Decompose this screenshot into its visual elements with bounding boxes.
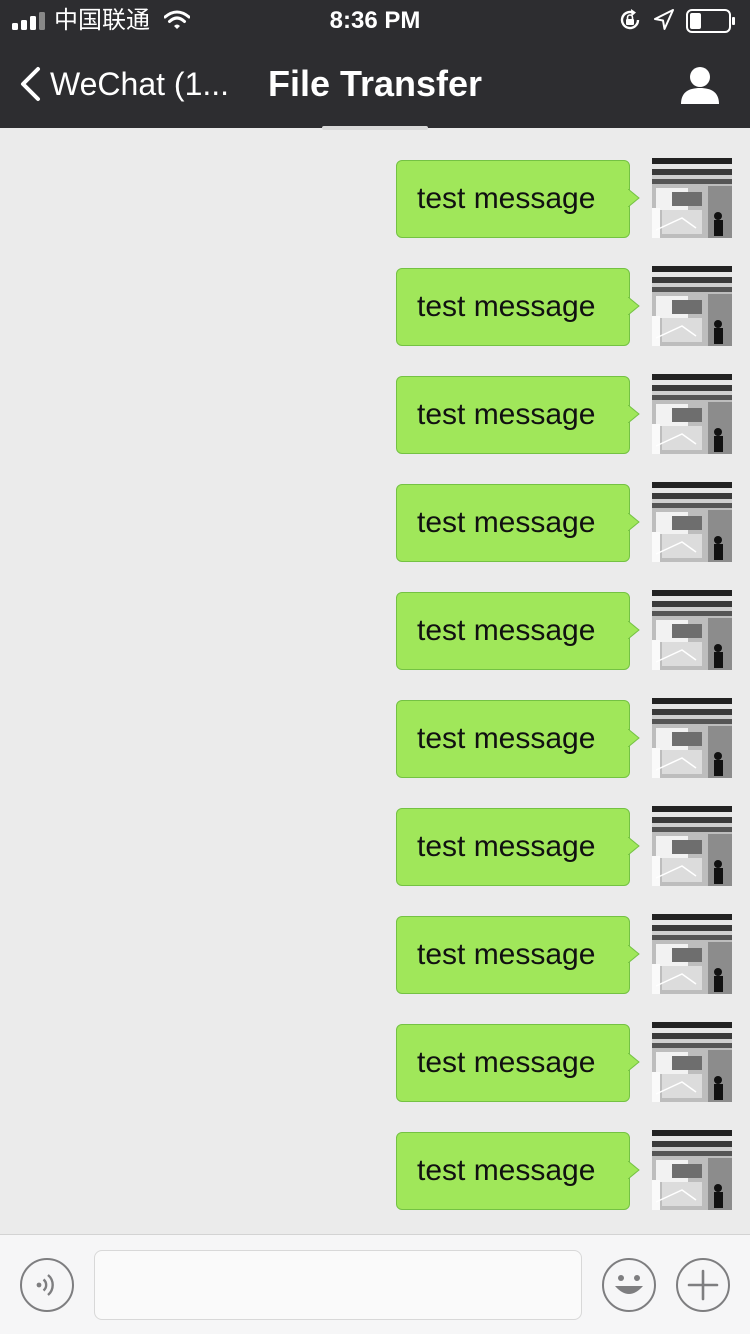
message-text: test message [417,938,596,971]
message-row: test message [390,158,732,238]
message-bubble[interactable]: test message [396,700,630,778]
avatar[interactable] [652,374,732,454]
message-bubble[interactable]: test message [396,592,630,670]
status-bar: 中国联通 8:36 PM [0,0,750,40]
message-row: test message [390,374,732,454]
avatar[interactable] [652,1022,732,1102]
message-row: test message [390,806,732,886]
bubble-tail-icon [628,1053,640,1071]
bubble-tail-icon [628,405,640,423]
message-input[interactable] [94,1250,582,1320]
more-actions-button[interactable] [676,1258,730,1312]
message-bubble[interactable]: test message [396,1132,630,1210]
message-text: test message [417,290,596,323]
voice-icon [36,1274,54,1296]
voice-input-button[interactable] [20,1258,74,1312]
back-button[interactable]: WeChat (1... [18,62,229,106]
orientation-lock-icon [620,9,640,30]
message-bubble[interactable]: test message [396,808,630,886]
message-text: test message [417,722,596,755]
bubble-tail-icon [628,945,640,963]
message-text: test message [417,398,596,431]
bubble-tail-icon [628,297,640,315]
chevron-left-icon [21,67,40,101]
battery-icon [686,9,735,33]
avatar[interactable] [652,914,732,994]
top-bar: 中国联通 8:36 PM WeChat (1... File Transfer [0,0,750,128]
emoji-button[interactable] [602,1258,656,1312]
message-bubble[interactable]: test message [396,160,630,238]
message-bubble[interactable]: test message [396,916,630,994]
message-bubble[interactable]: test message [396,268,630,346]
bubble-tail-icon [628,189,640,207]
avatar[interactable] [652,1130,732,1210]
location-arrow-icon [654,9,674,30]
message-row: test message [390,482,732,562]
message-bubble[interactable]: test message [396,1024,630,1102]
message-text: test message [417,614,596,647]
message-row: test message [390,266,732,346]
bubble-tail-icon [628,621,640,639]
avatar[interactable] [652,698,732,778]
bubble-tail-icon [628,513,640,531]
profile-icon[interactable] [680,66,720,104]
message-text: test message [417,1046,596,1079]
chat-input-bar [0,1234,750,1334]
bubble-tail-icon [628,729,640,747]
message-row: test message [390,914,732,994]
navigation-bar: WeChat (1... File Transfer [0,40,750,128]
chat-message-list[interactable]: test message test message test message t… [0,128,750,1234]
message-row: test message [390,1022,732,1102]
avatar[interactable] [652,266,732,346]
message-row: test message [390,590,732,670]
message-bubble[interactable]: test message [396,376,630,454]
message-row: test message [390,1130,732,1210]
avatar[interactable] [652,590,732,670]
avatar[interactable] [652,806,732,886]
message-bubble[interactable]: test message [396,484,630,562]
message-text: test message [417,182,596,215]
bubble-tail-icon [628,837,640,855]
back-button-label: WeChat (1... [50,66,230,102]
avatar[interactable] [652,158,732,238]
message-text: test message [417,830,596,863]
message-text: test message [417,506,596,539]
bubble-tail-icon [628,1161,640,1179]
plus-icon [687,1269,719,1301]
avatar[interactable] [652,482,732,562]
emoji-icon [615,1275,643,1294]
message-row: test message [390,698,732,778]
message-text: test message [417,1154,596,1187]
